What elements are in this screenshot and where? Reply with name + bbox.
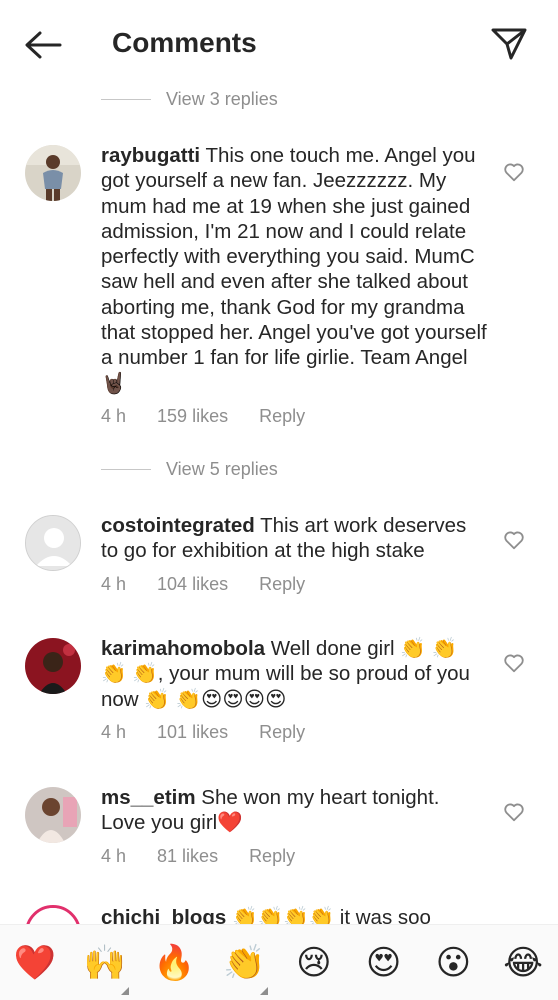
back-arrow-icon xyxy=(25,31,62,59)
emoji-heart-eyes-button[interactable]: 😍 xyxy=(356,943,412,983)
comment-body: costointegrated This art work deserves t… xyxy=(101,513,487,595)
heart-outline-icon[interactable] xyxy=(503,801,525,823)
view-replies-label: View 5 replies xyxy=(166,458,278,479)
emoji-surprised-button[interactable]: 😮 xyxy=(425,943,481,983)
reply-button[interactable]: Reply xyxy=(259,406,305,427)
emoji-fire-button[interactable]: 🔥 xyxy=(146,943,202,983)
comment-time: 4 h xyxy=(101,405,127,426)
skin-tone-indicator xyxy=(260,986,269,995)
comment-username[interactable]: raybugatti xyxy=(101,144,200,167)
share-button[interactable] xyxy=(488,24,530,64)
avatar[interactable] xyxy=(25,145,81,201)
reply-button[interactable]: Reply xyxy=(259,722,305,743)
reply-divider xyxy=(101,98,151,100)
emoji-raised-hands-button[interactable]: 🙌 xyxy=(77,942,133,995)
view-replies-toggle[interactable]: View 3 replies xyxy=(101,87,278,111)
comment-username[interactable]: costointegrated xyxy=(101,514,255,537)
comment-time: 4 h xyxy=(101,721,127,742)
comment-likes[interactable]: 159 likes xyxy=(157,406,228,427)
comment-meta: 4 h 101 likes Reply xyxy=(101,722,487,743)
reply-divider xyxy=(101,468,151,470)
skin-tone-indicator xyxy=(120,986,129,995)
emoji-laughing-button[interactable]: 😂 xyxy=(495,943,551,983)
surprised-face-icon: 😮 xyxy=(435,942,472,983)
emoji-heart-button[interactable]: ❤️ xyxy=(7,943,63,983)
avatar[interactable] xyxy=(25,638,81,694)
heart-eyes-icon: 😍 xyxy=(365,942,402,983)
avatar[interactable] xyxy=(25,787,81,843)
comment-body: ms__etim She won my heart tonight. Love … xyxy=(101,785,487,867)
comment-time: 4 h xyxy=(101,573,127,594)
avatar[interactable] xyxy=(25,515,81,571)
send-icon xyxy=(491,28,527,60)
emoji-quick-bar: ❤️ 🙌 🔥 👏 😢 😍 😮 😂 xyxy=(0,924,558,1000)
comment-meta: 4 h 159 likes Reply xyxy=(101,406,487,427)
tears-of-joy-icon: 😂 xyxy=(503,942,543,983)
comment-text: This one touch me. Angel you got yoursel… xyxy=(101,144,487,395)
crying-face-icon: 😢 xyxy=(296,942,332,983)
heart-outline-icon[interactable] xyxy=(503,652,525,674)
view-replies-toggle[interactable]: View 5 replies xyxy=(101,457,278,481)
comment-likes[interactable]: 104 likes xyxy=(157,574,228,595)
comment-meta: 4 h 81 likes Reply xyxy=(101,846,487,867)
comment-username[interactable]: ms__etim xyxy=(101,786,196,809)
view-replies-label: View 3 replies xyxy=(166,88,278,109)
fire-icon: 🔥 xyxy=(153,942,196,983)
comment-body: raybugatti This one touch me. Angel you … xyxy=(101,143,487,427)
page-title: Comments xyxy=(112,27,257,58)
reply-button[interactable]: Reply xyxy=(259,574,305,595)
comment-meta: 4 h 104 likes Reply xyxy=(101,574,487,595)
comment-likes[interactable]: 101 likes xyxy=(157,722,228,743)
heart-outline-icon[interactable] xyxy=(503,529,525,551)
raised-hands-icon: 🙌 xyxy=(83,942,126,983)
back-button[interactable] xyxy=(22,26,64,64)
reply-button[interactable]: Reply xyxy=(249,846,295,867)
heart-outline-icon[interactable] xyxy=(503,161,525,183)
emoji-crying-button[interactable]: 😢 xyxy=(286,943,342,983)
comments-header: Comments xyxy=(0,0,558,88)
comment-likes[interactable]: 81 likes xyxy=(157,846,218,867)
comment-username[interactable]: karimahomobola xyxy=(101,637,265,660)
comment-body: karimahomobola Well done girl 👏 👏 👏 👏, y… xyxy=(101,636,487,743)
comment-time: 4 h xyxy=(101,845,127,866)
clapping-hands-icon: 👏 xyxy=(222,942,266,983)
emoji-clap-button[interactable]: 👏 xyxy=(216,942,272,995)
red-heart-icon: ❤️ xyxy=(13,942,57,983)
